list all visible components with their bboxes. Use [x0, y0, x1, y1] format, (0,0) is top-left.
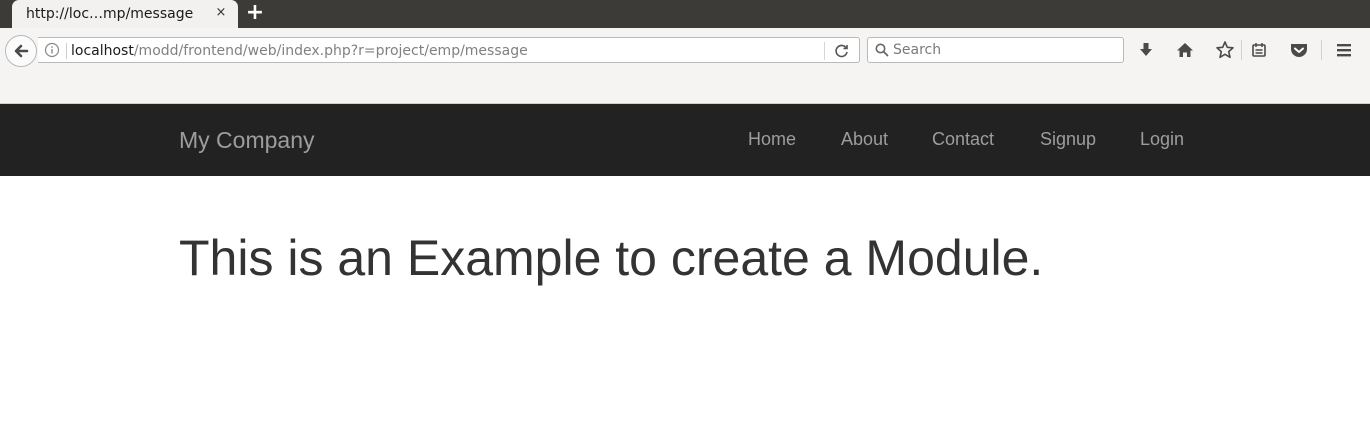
url-text[interactable]: localhost/modd/frontend/web/index.php?r=…	[71, 42, 528, 60]
url-host: localhost	[71, 43, 134, 59]
search-input[interactable]	[893, 40, 1118, 60]
reload-icon[interactable]	[833, 42, 851, 60]
info-icon[interactable]	[44, 42, 60, 58]
nav-link-login[interactable]: Login	[1140, 128, 1184, 150]
toolbar-separator	[1321, 40, 1322, 60]
close-tab-icon[interactable]: ×	[213, 5, 229, 21]
reading-list-icon[interactable]	[1247, 38, 1271, 62]
address-bar[interactable]: localhost/modd/frontend/web/index.php?r=…	[38, 37, 860, 63]
browser-toolbar: localhost/modd/frontend/web/index.php?r=…	[0, 28, 1370, 104]
back-button[interactable]	[5, 35, 37, 67]
nav-link-signup[interactable]: Signup	[1040, 128, 1096, 150]
menu-icon[interactable]	[1332, 38, 1356, 62]
new-tab-button[interactable]: +	[244, 2, 266, 24]
search-bar[interactable]	[867, 37, 1124, 63]
search-icon	[875, 43, 889, 57]
browser-tab-strip: http://loc…mp/message × +	[0, 0, 1370, 28]
nav-link-contact[interactable]: Contact	[932, 128, 994, 150]
home-icon[interactable]	[1173, 38, 1197, 62]
nav-link-home[interactable]: Home	[748, 128, 796, 150]
url-separator	[66, 43, 67, 59]
back-arrow-icon	[14, 44, 29, 58]
url-path: /modd/frontend/web/index.php?r=project/e…	[133, 43, 528, 59]
page-heading: This is an Example to create a Module.	[179, 230, 1044, 286]
tab-title: http://loc…mp/message	[26, 6, 194, 22]
bookmark-star-icon[interactable]	[1213, 38, 1237, 62]
brand-link[interactable]: My Company	[179, 126, 314, 154]
pocket-icon[interactable]	[1287, 38, 1311, 62]
download-icon[interactable]	[1134, 38, 1158, 62]
site-navbar: My Company Home About Contact Signup Log…	[0, 104, 1370, 176]
nav-link-about[interactable]: About	[841, 128, 888, 150]
reload-separator	[824, 42, 825, 60]
toolbar-separator	[1241, 40, 1242, 60]
browser-tab[interactable]: http://loc…mp/message ×	[12, 0, 238, 28]
